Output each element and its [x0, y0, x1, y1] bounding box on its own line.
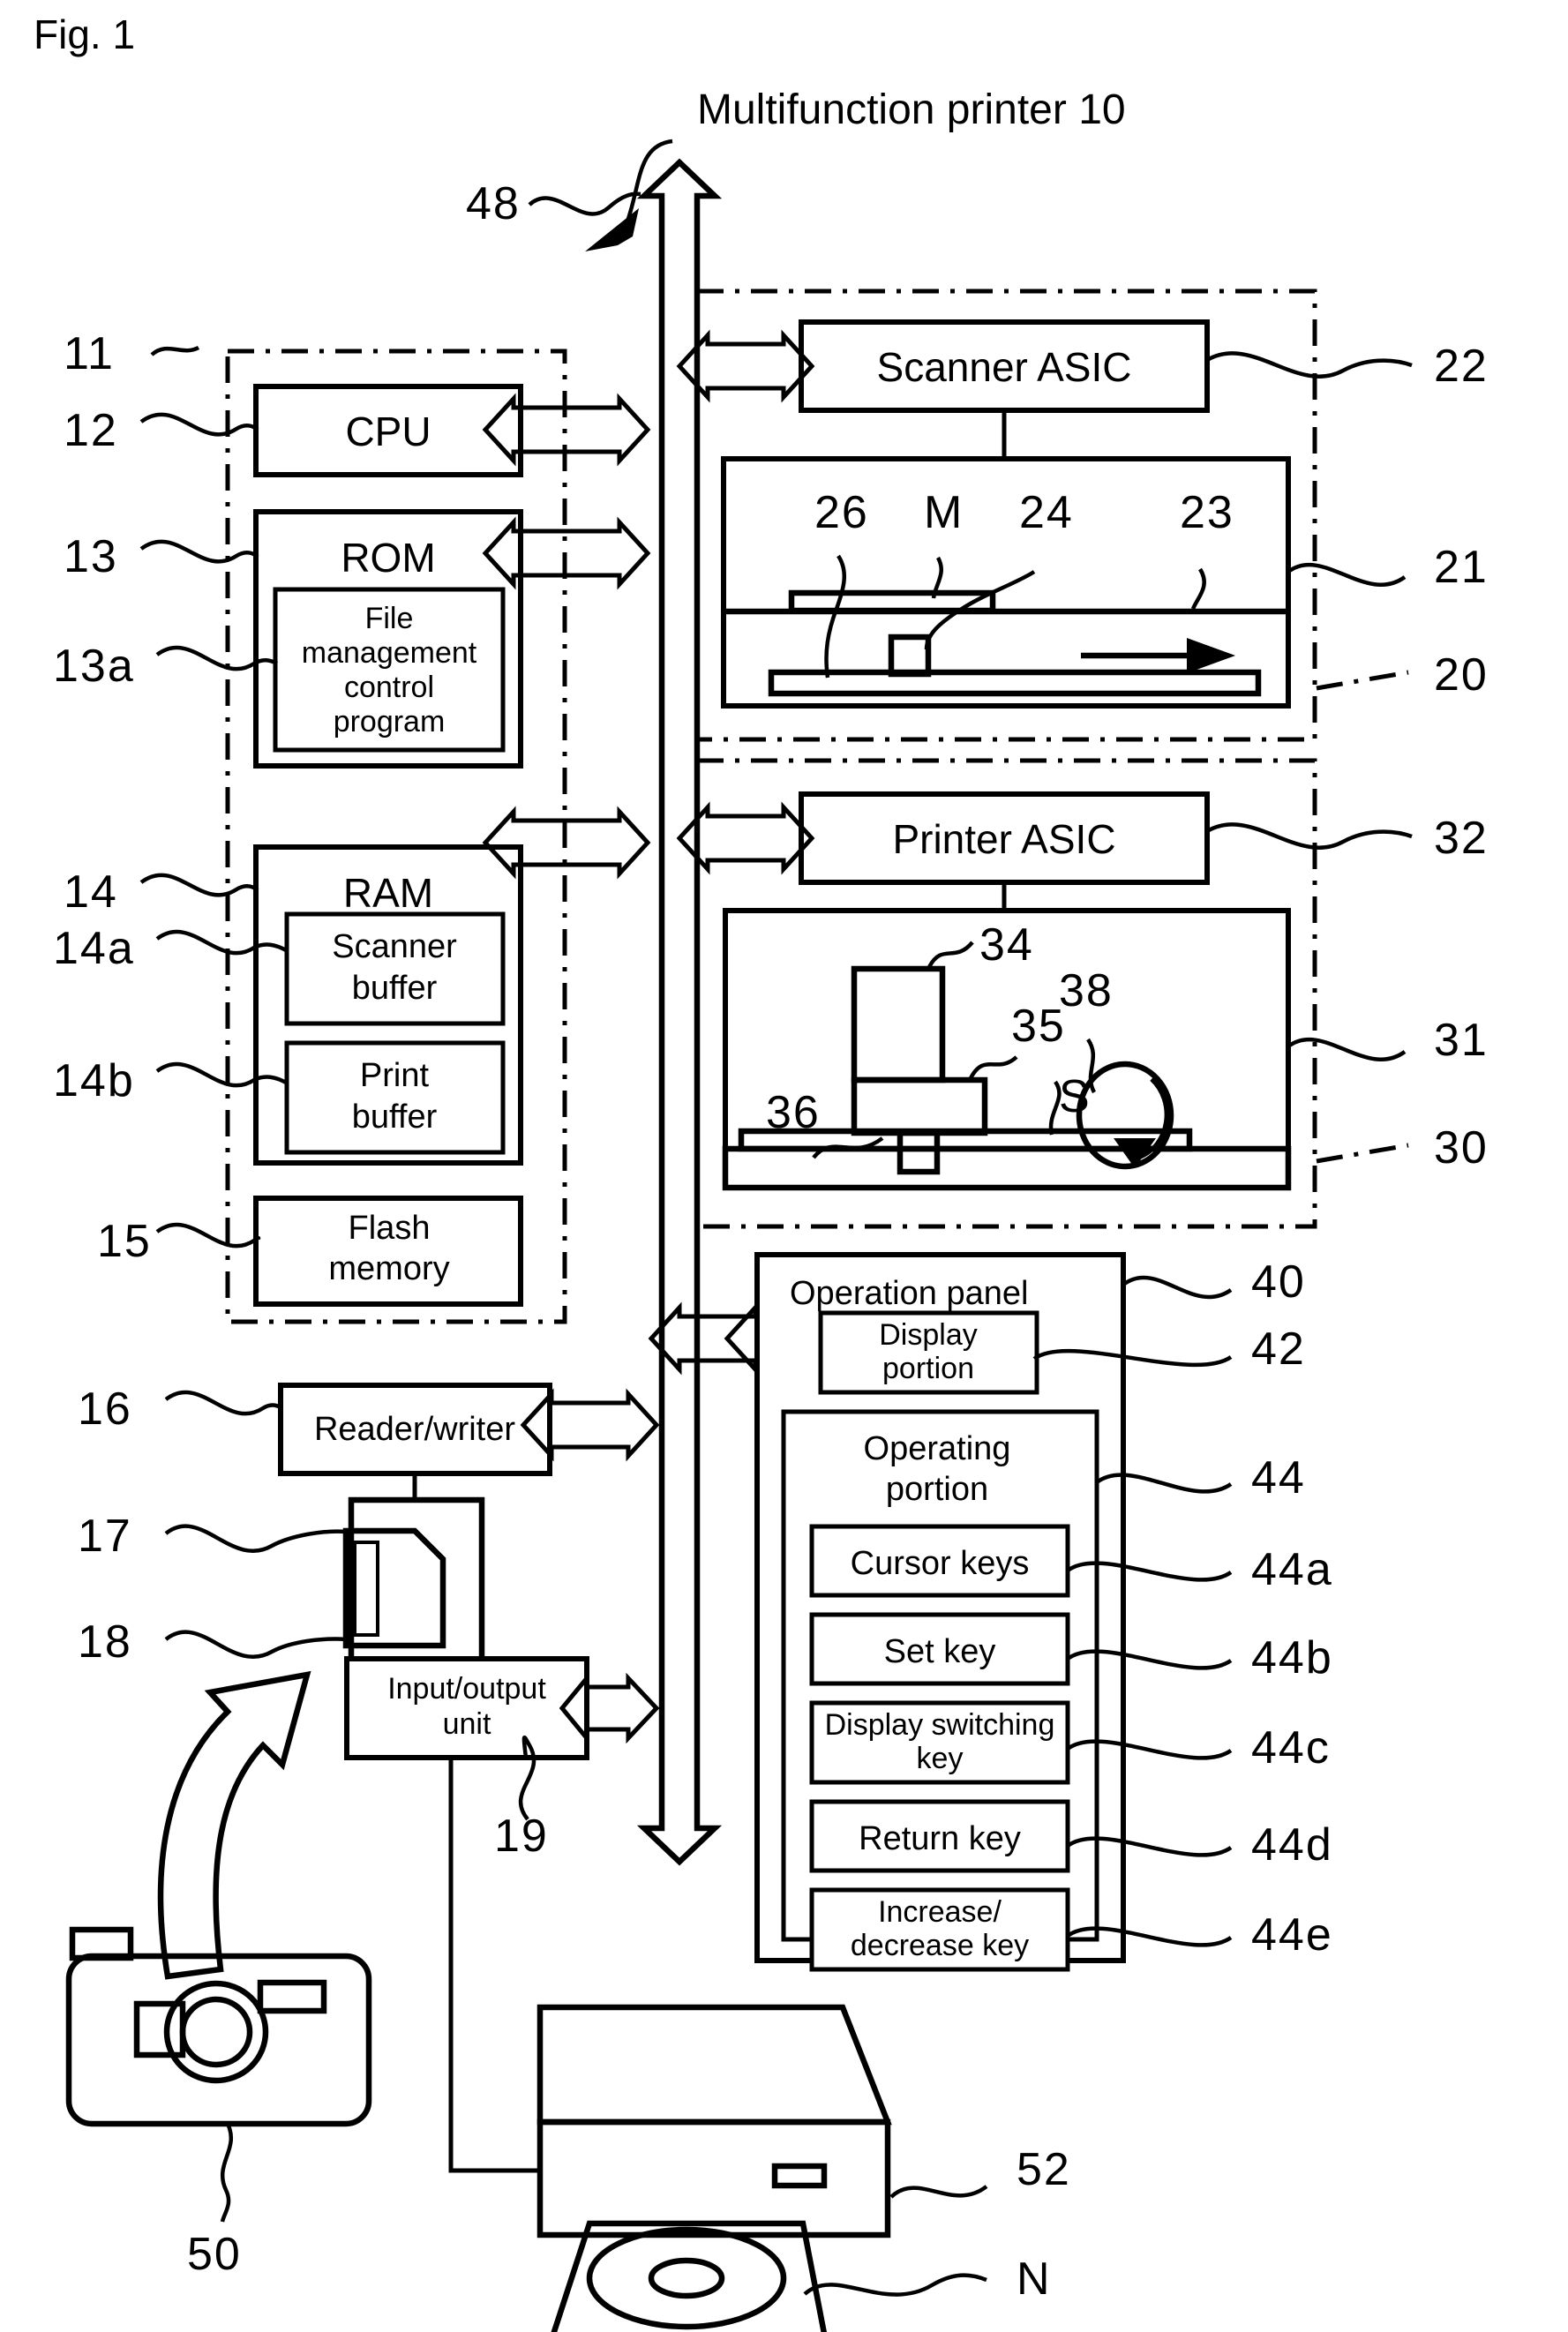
numeral-31: 31 — [1434, 1015, 1489, 1066]
key-label-increase-decrease-key: Increase/ — [878, 1895, 1002, 1929]
numeral-44e: 44e — [1251, 1909, 1333, 1961]
key-label-display-switching-key: Display switching — [825, 1708, 1055, 1742]
numeral-44: 44 — [1251, 1452, 1306, 1503]
numeral-20: 20 — [1434, 649, 1489, 701]
numeral-14a: 14a — [53, 923, 135, 974]
key-label-set-key: Set key — [884, 1633, 996, 1670]
numeral-13: 13 — [64, 531, 118, 582]
rom-label: ROM — [341, 535, 435, 581]
numeral-38: 38 — [1059, 965, 1114, 1016]
print-buffer-line-1: Print — [360, 1057, 430, 1094]
key-label-increase-decrease-key-2: decrease key — [851, 1929, 1029, 1962]
numeral-44a: 44a — [1251, 1544, 1333, 1595]
operation-panel-title: Operation panel — [790, 1275, 1028, 1312]
rom-program-line-4: program — [334, 705, 446, 739]
flash-line-1: Flash — [349, 1210, 431, 1247]
numeral-44b: 44b — [1251, 1632, 1333, 1683]
numeral-12: 12 — [64, 405, 118, 456]
numeral-M: M — [924, 487, 964, 538]
numeral-18: 18 — [78, 1616, 132, 1668]
numeral-42: 42 — [1251, 1323, 1306, 1375]
print-buffer-line-2: buffer — [352, 1099, 438, 1136]
flash-line-2: memory — [328, 1250, 449, 1287]
numeral-17: 17 — [78, 1511, 132, 1562]
numeral-13a: 13a — [53, 641, 135, 692]
numeral-32: 32 — [1434, 813, 1489, 864]
figure-title: Multifunction printer 10 — [697, 86, 1126, 133]
numeral-14: 14 — [64, 866, 118, 918]
operating-portion-line-2: portion — [886, 1471, 988, 1508]
numeral-22: 22 — [1434, 341, 1489, 392]
numeral-44c: 44c — [1251, 1722, 1331, 1773]
numeral-30: 30 — [1434, 1122, 1489, 1173]
ram-label: RAM — [343, 870, 433, 916]
figure-label: Fig. 1 — [34, 11, 135, 57]
scanner-buffer-line-2: buffer — [352, 970, 438, 1007]
reader-writer-label: Reader/writer — [314, 1411, 515, 1448]
cpu-label: CPU — [345, 409, 431, 454]
key-label-cursor-keys: Cursor keys — [851, 1545, 1030, 1582]
numeral-50: 50 — [187, 2229, 242, 2280]
numeral-19: 19 — [494, 1811, 549, 1862]
numeral-16: 16 — [78, 1383, 132, 1435]
scanner-buffer-line-1: Scanner — [332, 928, 457, 965]
input-output-line-1: Input/output — [387, 1672, 546, 1706]
numeral-34: 34 — [979, 919, 1034, 971]
key-label-display-switching-key-2: key — [917, 1742, 964, 1775]
numeral-N: N — [1017, 2253, 1052, 2305]
numeral-35: 35 — [1011, 1001, 1066, 1052]
numeral-21: 21 — [1434, 542, 1489, 593]
numeral-48: 48 — [466, 178, 521, 229]
display-portion-line-1: Display — [879, 1318, 977, 1352]
key-label-return-key: Return key — [859, 1820, 1021, 1857]
numeral-40: 40 — [1251, 1256, 1306, 1308]
rom-program-line-3: control — [344, 671, 434, 704]
input-output-line-2: unit — [443, 1707, 491, 1741]
printer-asic-label: Printer ASIC — [892, 816, 1115, 862]
numeral-24: 24 — [1019, 487, 1074, 538]
patent-figure-1: Fig. 1 Multifunction printer 10 48 11 CP… — [0, 0, 1568, 2332]
numeral-14b: 14b — [53, 1055, 135, 1106]
numeral-15: 15 — [97, 1216, 152, 1267]
operating-portion-line-1: Operating — [864, 1430, 1011, 1467]
numeral-23: 23 — [1180, 487, 1234, 538]
numeral-11: 11 — [64, 328, 115, 379]
display-portion-line-2: portion — [882, 1352, 974, 1385]
rom-program-line-1: File — [365, 602, 414, 635]
numeral-36: 36 — [766, 1087, 821, 1138]
numeral-44d: 44d — [1251, 1819, 1333, 1871]
scanner-asic-label: Scanner ASIC — [877, 344, 1132, 390]
rom-program-line-2: management — [302, 636, 477, 670]
numeral-52: 52 — [1017, 2144, 1071, 2195]
numeral-26: 26 — [814, 487, 869, 538]
numeral-S: S — [1059, 1071, 1092, 1122]
